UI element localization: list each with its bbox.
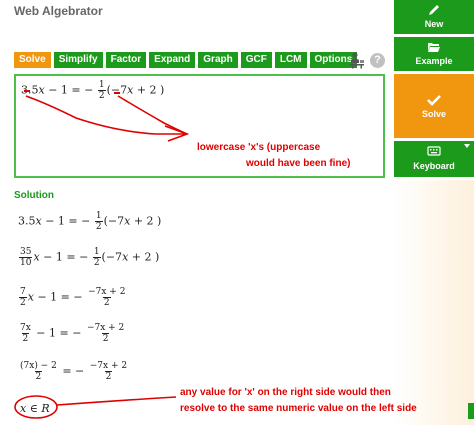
person-desk-icon[interactable] xyxy=(348,51,366,69)
solve-button-label: Solve xyxy=(421,109,446,119)
step-fraction: −7x + 22 xyxy=(89,361,128,382)
folder-open-icon xyxy=(428,43,440,52)
step-fraction: 12 xyxy=(92,247,101,268)
fraction-num: (7x) − 2 xyxy=(20,361,57,371)
step-text: − 1 = − xyxy=(41,214,91,228)
pencil-icon xyxy=(429,5,439,15)
app-title: Web Algebrator xyxy=(14,4,103,18)
tab-graph[interactable]: Graph xyxy=(198,52,238,68)
step-fraction: −7x + 22 xyxy=(86,323,125,344)
keyboard-icon xyxy=(427,146,441,156)
input-paren: (−7 xyxy=(106,83,128,97)
input-lhs: 3.5 xyxy=(21,83,39,97)
fraction-num: −7x + 2 xyxy=(89,361,128,371)
tab-solve[interactable]: Solve xyxy=(14,52,51,68)
keyboard-button[interactable]: Keyboard xyxy=(394,141,474,177)
step-6: x ∈ R xyxy=(20,402,50,415)
ink-curve xyxy=(56,396,177,406)
fraction-num: −7x + 2 xyxy=(86,323,125,333)
input-mid: − 1 = − xyxy=(44,83,94,97)
fraction-num: 1 xyxy=(93,247,100,257)
fraction-den: 2 xyxy=(97,90,106,101)
step-4: 7x 2 − 1 = − −7x + 22 xyxy=(18,323,126,344)
step-fraction: (7x) − 22 xyxy=(19,361,58,382)
fraction-num: −7x + 2 xyxy=(88,287,126,297)
annotation-lowercase: lowercase 'x's (uppercase would have bee… xyxy=(197,140,377,172)
step-fraction: 35 10 xyxy=(19,247,33,268)
step-2: 35 10 x − 1 = − 1 2 (−7x + 2 ) xyxy=(18,247,159,268)
fraction-num: 7x xyxy=(20,323,31,333)
step-text: ∈ xyxy=(26,402,42,415)
fraction-den: 2 xyxy=(104,371,113,382)
keyboard-button-label: Keyboard xyxy=(413,161,455,171)
tool-tabs: Solve Simplify Factor Expand Graph GCF L… xyxy=(14,52,358,68)
fraction-den: 2 xyxy=(102,297,111,308)
fraction-den: 2 xyxy=(92,257,101,268)
step-text: − 1 = − xyxy=(39,250,89,264)
tab-simplify[interactable]: Simplify xyxy=(53,52,103,68)
step-text: + 2 ) xyxy=(130,214,162,228)
annotation-any-value: any value for 'x' on the right side woul… xyxy=(180,385,417,417)
new-button-label: New xyxy=(424,19,444,29)
step-text: − 1 = − xyxy=(32,326,82,340)
edge-marker xyxy=(468,403,474,419)
fraction-num: 7 xyxy=(20,287,26,297)
input-equation: 3.5x − 1 = − 1 2 (−7x + 2 ) xyxy=(21,80,164,101)
annotation-line: any value for 'x' on the right side woul… xyxy=(180,387,391,398)
tab-lcm[interactable]: LCM xyxy=(274,52,307,68)
tab-gcf[interactable]: GCF xyxy=(240,52,272,68)
fraction-den: 10 xyxy=(19,257,33,268)
step-5: (7x) − 22 = − −7x + 22 xyxy=(18,361,129,382)
step-set: R xyxy=(41,402,50,415)
solve-button[interactable]: Solve xyxy=(394,74,474,138)
annotation-line: resolve to the same numeric value on the… xyxy=(180,403,417,414)
fraction-num: 1 xyxy=(98,80,105,90)
fraction-den: 2 xyxy=(101,333,110,344)
fraction-den: 2 xyxy=(19,297,27,308)
step-text: = − xyxy=(58,364,85,378)
tab-expand[interactable]: Expand xyxy=(149,52,196,68)
annotation-line: lowercase 'x's (uppercase xyxy=(197,142,321,153)
step-text: 3.5 xyxy=(18,214,36,228)
example-button[interactable]: Example xyxy=(394,37,474,71)
new-button[interactable]: New xyxy=(394,0,474,34)
input-tail: + 2 ) xyxy=(133,83,165,97)
checkmark-icon xyxy=(427,95,441,106)
step-text: − 1 = − xyxy=(33,290,83,304)
fraction-den: 2 xyxy=(94,221,103,232)
help-area: ? xyxy=(348,51,385,69)
example-button-label: Example xyxy=(415,56,453,66)
step-1: 3.5x − 1 = − 1 2 (−7x + 2 ) xyxy=(18,211,161,232)
help-icon[interactable]: ? xyxy=(370,52,385,68)
step-text: (−7 xyxy=(101,250,123,264)
tab-factor[interactable]: Factor xyxy=(105,52,147,68)
fraction-num: 35 xyxy=(20,247,32,257)
annotation-line: would have been fine) xyxy=(246,158,351,169)
input-fraction: 12 xyxy=(97,80,106,101)
step-text: + 2 ) xyxy=(128,250,160,264)
fraction-num: 1 xyxy=(95,211,102,221)
step-fraction: 7x 2 xyxy=(19,323,32,344)
step-fraction: 72 xyxy=(19,287,27,308)
chevron-down-icon xyxy=(464,144,470,148)
step-fraction: −7x + 22 xyxy=(87,287,126,308)
step-3: 72x − 1 = − −7x + 22 xyxy=(18,287,127,308)
solution-label: Solution xyxy=(14,190,54,201)
fraction-den: 2 xyxy=(21,333,30,344)
step-text: (−7 xyxy=(103,214,125,228)
fraction-den: 2 xyxy=(34,371,43,382)
step-fraction: 12 xyxy=(94,211,103,232)
